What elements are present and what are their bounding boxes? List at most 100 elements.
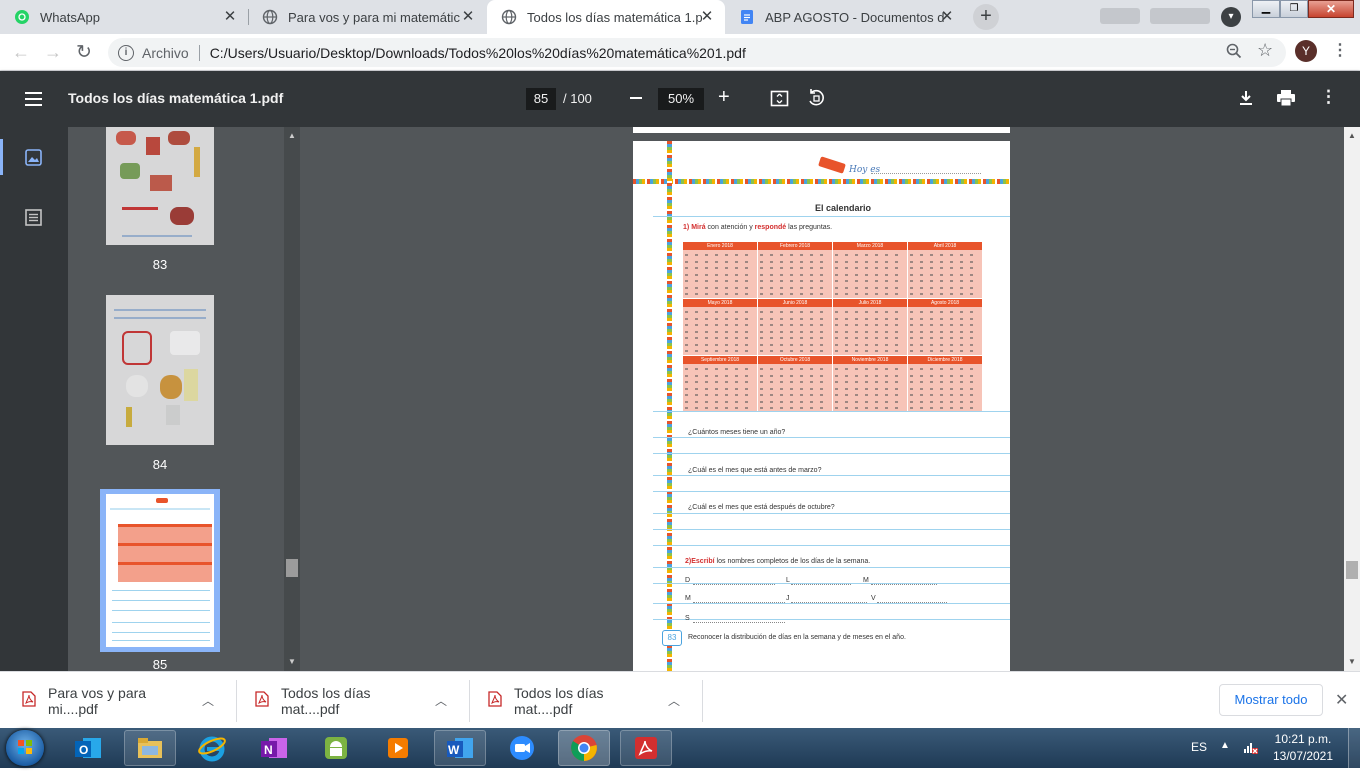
zoom-app-icon[interactable] bbox=[496, 730, 548, 766]
day-blank: M bbox=[863, 577, 869, 584]
chevron-up-icon[interactable]: ︿ bbox=[668, 692, 680, 709]
tab-abp-agosto[interactable]: ABP AGOSTO - Documentos de G ✕ bbox=[725, 0, 965, 34]
download-icon[interactable] bbox=[1237, 89, 1255, 112]
whatsapp-icon bbox=[14, 9, 30, 25]
calendar-row bbox=[760, 350, 830, 352]
close-icon[interactable]: ✕ bbox=[939, 9, 955, 25]
thumbnails-view-icon[interactable] bbox=[25, 149, 42, 171]
chevron-up-icon[interactable]: ︿ bbox=[435, 692, 447, 709]
android-app-icon[interactable] bbox=[310, 730, 362, 766]
more-options-icon[interactable]: ⋮ bbox=[1320, 87, 1337, 107]
back-button[interactable]: ← bbox=[12, 42, 30, 63]
forward-button[interactable]: → bbox=[44, 42, 62, 63]
show-hidden-icons-icon[interactable]: ▲ bbox=[1220, 740, 1230, 751]
clock-time[interactable]: 10:21 p.m. bbox=[1268, 732, 1338, 746]
bookmark-star-icon[interactable]: ☆ bbox=[1257, 40, 1273, 61]
calendar-row bbox=[760, 374, 830, 377]
new-tab-button[interactable]: + bbox=[973, 4, 999, 30]
network-status-icon[interactable] bbox=[1242, 739, 1258, 760]
internet-explorer-icon[interactable] bbox=[186, 730, 238, 766]
thumbnail-page-84[interactable] bbox=[106, 295, 214, 445]
info-icon[interactable]: i bbox=[118, 44, 134, 61]
download-item[interactable]: Para vos y para mi....pdf ︿ bbox=[22, 672, 236, 729]
word-icon[interactable]: W bbox=[434, 730, 486, 766]
thumbnail-scrollbar[interactable]: ▲ ▼ bbox=[284, 127, 300, 671]
chrome-icon[interactable] bbox=[558, 730, 610, 766]
close-icon[interactable]: ✕ bbox=[460, 9, 476, 25]
calendar-row bbox=[760, 337, 830, 339]
divider bbox=[198, 44, 200, 61]
media-player-icon[interactable] bbox=[372, 730, 424, 766]
print-icon[interactable] bbox=[1276, 89, 1296, 112]
thumbnail-page-85-selected[interactable] bbox=[100, 489, 220, 652]
outline-view-icon[interactable] bbox=[25, 209, 42, 231]
calendar-row bbox=[835, 330, 905, 333]
restore-button[interactable]: ❐ bbox=[1280, 0, 1308, 18]
file-explorer-icon[interactable] bbox=[124, 730, 176, 766]
close-icon[interactable]: ✕ bbox=[699, 9, 715, 25]
onenote-icon[interactable]: N bbox=[248, 730, 300, 766]
divider bbox=[469, 680, 470, 722]
zoom-icon[interactable] bbox=[1226, 43, 1242, 64]
download-item[interactable]: Todos los días mat....pdf ︿ bbox=[255, 672, 469, 729]
calendar-row bbox=[835, 317, 905, 320]
blurred-item bbox=[1100, 8, 1140, 24]
thumbnail-page-83[interactable] bbox=[106, 127, 214, 245]
calendar-row bbox=[685, 293, 755, 295]
calendar-row bbox=[685, 280, 755, 282]
zoom-out-button[interactable] bbox=[630, 97, 642, 99]
outlook-icon[interactable]: O bbox=[62, 730, 114, 766]
tab-search-icon[interactable]: ▾ bbox=[1221, 7, 1241, 27]
calendar-month: Septiembre 2018 bbox=[683, 356, 757, 412]
thumbnail-label: 85 bbox=[152, 657, 168, 672]
question-text: ¿Cuál es el mes que está después de octu… bbox=[688, 504, 835, 511]
calendar-row bbox=[760, 368, 830, 370]
language-indicator[interactable]: ES bbox=[1191, 740, 1207, 754]
blurred-item bbox=[1150, 8, 1210, 24]
show-desktop-button[interactable] bbox=[1348, 728, 1360, 768]
calendar-row bbox=[685, 343, 755, 346]
tab-para-vos[interactable]: Para vos y para mi matemática 1 ✕ bbox=[248, 0, 486, 34]
tab-title: ABP AGOSTO - Documentos de G bbox=[765, 9, 945, 25]
page-number-input[interactable]: 85 bbox=[526, 88, 556, 110]
window-close-button[interactable]: ✕ bbox=[1308, 0, 1354, 18]
calendar-row bbox=[835, 407, 905, 409]
calendar-row bbox=[760, 273, 830, 276]
calendar-row bbox=[910, 254, 980, 256]
question-text: ¿Cuántos meses tiene un año? bbox=[688, 429, 786, 436]
show-all-downloads-button[interactable]: Mostrar todo bbox=[1219, 684, 1323, 716]
acrobat-icon[interactable] bbox=[620, 730, 672, 766]
calendar-row bbox=[835, 273, 905, 276]
tab-whatsapp[interactable]: WhatsApp ✕ bbox=[0, 0, 248, 34]
viewer-scrollbar[interactable]: ▲ ▼ bbox=[1344, 127, 1360, 671]
calendar-month: Abril 2018 bbox=[908, 242, 982, 298]
day-blank: M bbox=[685, 595, 691, 602]
calendar-month-title: Noviembre 2018 bbox=[833, 356, 907, 364]
calendar-row bbox=[685, 254, 755, 256]
tab-todos-los-dias[interactable]: Todos los días matemática 1.pdf ✕ bbox=[487, 0, 725, 34]
calendar-row bbox=[760, 260, 830, 263]
url-text: C:/Users/Usuario/Desktop/Downloads/Todos… bbox=[209, 44, 746, 61]
calendar-row bbox=[835, 260, 905, 263]
menu-kebab-icon[interactable]: ⋮ bbox=[1332, 40, 1348, 60]
address-bar[interactable]: i Archivo C:/Users/Usuario/Desktop/Downl… bbox=[108, 38, 1286, 67]
fit-page-icon[interactable] bbox=[770, 89, 789, 113]
chevron-up-icon[interactable]: ︿ bbox=[202, 692, 214, 709]
calendar-row bbox=[835, 350, 905, 352]
ruled-line bbox=[653, 513, 1010, 514]
calendar-row bbox=[835, 400, 905, 403]
reload-button[interactable]: ↻ bbox=[76, 41, 92, 64]
profile-avatar[interactable]: Y bbox=[1295, 40, 1317, 62]
ruled-line bbox=[653, 491, 1010, 492]
zoom-input[interactable]: 50% bbox=[658, 88, 704, 110]
close-icon[interactable]: ✕ bbox=[222, 9, 238, 25]
zoom-in-button[interactable]: + bbox=[718, 86, 730, 109]
pdf-title: Todos los días matemática 1.pdf bbox=[68, 90, 284, 106]
minimize-button[interactable]: ▁ bbox=[1252, 0, 1280, 18]
close-downloads-icon[interactable]: ✕ bbox=[1335, 690, 1348, 710]
clock-date[interactable]: 13/07/2021 bbox=[1268, 749, 1338, 763]
download-item[interactable]: Todos los días mat....pdf ︿ bbox=[488, 672, 702, 729]
rotate-icon[interactable] bbox=[806, 88, 826, 113]
hamburger-menu-icon[interactable] bbox=[25, 92, 42, 106]
start-button[interactable] bbox=[6, 730, 44, 766]
